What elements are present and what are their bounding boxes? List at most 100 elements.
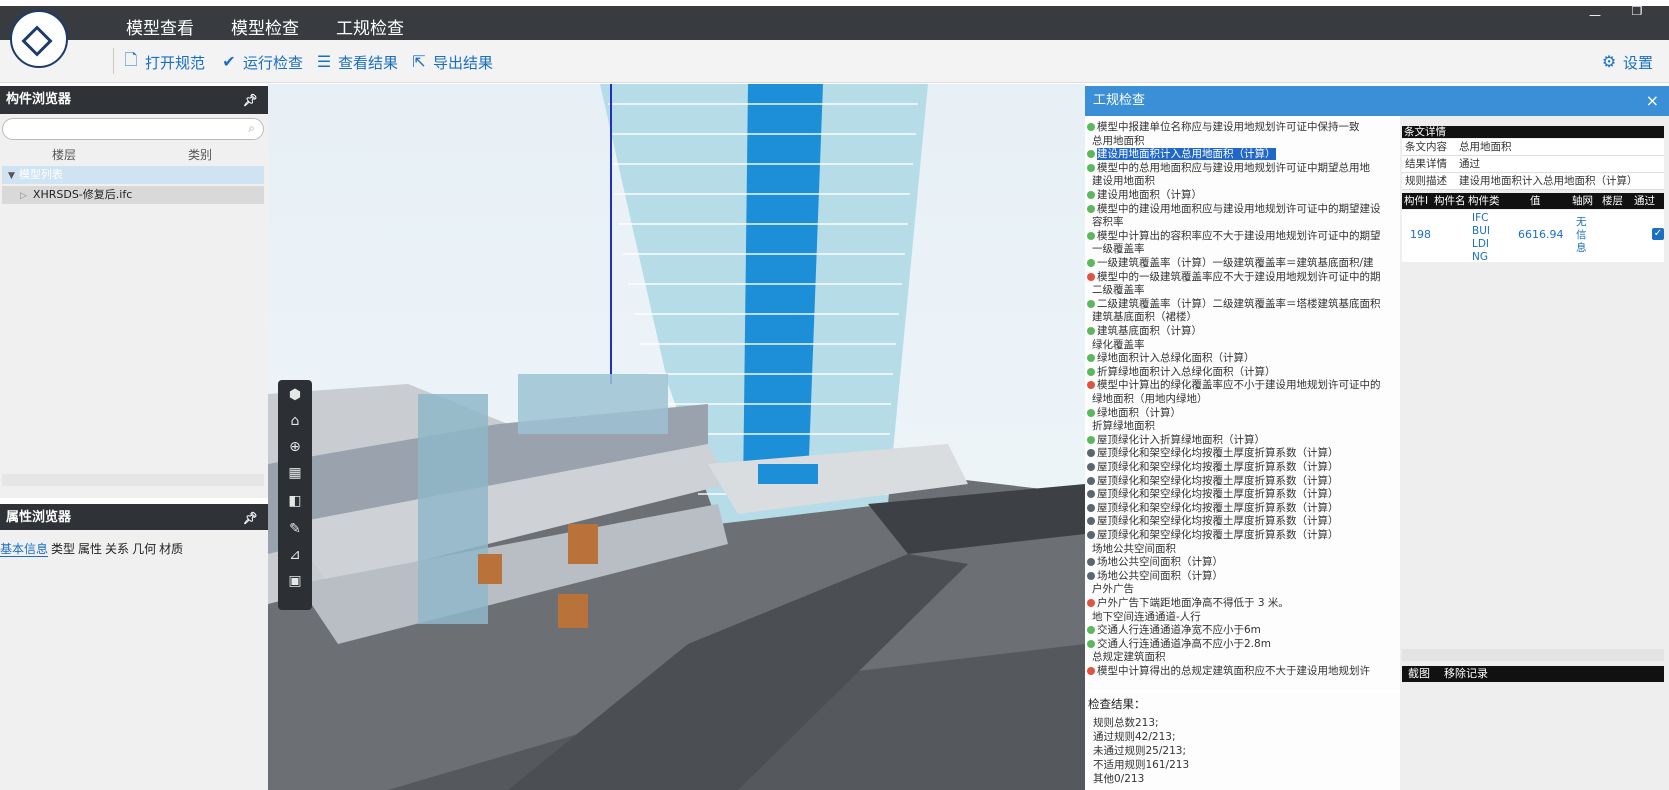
export-results-button[interactable]: ⇱ 导出结果 (410, 52, 493, 72)
rule-item[interactable]: 屋顶绿化和架空绿化均按覆土厚度折算系数（计算） (1087, 446, 1339, 460)
rule-group-heading[interactable]: 建筑基底面积（裙楼） (1092, 310, 1197, 324)
horizontal-scrollbar[interactable] (1402, 649, 1664, 661)
tab-regulation-check[interactable]: 工规检查 (336, 14, 404, 43)
clip-icon[interactable]: ⊿ (286, 546, 304, 564)
open-rules-button[interactable]: 🗋 打开规范 (122, 52, 205, 72)
collapse-triangle-icon[interactable]: ▼ (8, 171, 15, 181)
rule-item[interactable]: 模型中计算出的绿化覆盖率应不小于建设用地规划许可证中的 (1087, 378, 1381, 392)
tab-geometry[interactable]: 几何 (132, 542, 156, 556)
rule-item[interactable]: 模型中的总用地面积应与建设用地规划许可证中期望总用地 (1087, 161, 1370, 175)
rule-group-heading[interactable]: 折算绿地面积 (1092, 419, 1155, 433)
rule-item[interactable]: 交通人行连通通道净高不应小于2.8m (1087, 637, 1271, 651)
grid-icon[interactable]: ▦ (286, 464, 304, 482)
table-row[interactable]: 198 IFC BUI LDI NG 6616.94 无 信 息 ✓ (1402, 210, 1664, 263)
rule-item[interactable]: 屋顶绿化计入折算绿地面积（计算） (1087, 433, 1265, 447)
rule-item[interactable]: 屋顶绿化和架空绿化均按覆土厚度折算系数（计算） (1087, 460, 1339, 474)
rule-item[interactable]: 折算绿地面积计入总绿化面积（计算） (1087, 365, 1276, 379)
settings-button[interactable]: ⚙ 设置 (1600, 52, 1653, 72)
rule-label: 模型中的一级建筑覆盖率应不大于建设用地规划许可证中的期 (1097, 270, 1381, 283)
restore-button[interactable]: ❐ (1626, 4, 1648, 18)
rule-item[interactable]: 建设用地面积（计算） (1087, 188, 1202, 202)
component-browser-header: 构件浏览器 📌︎ (0, 86, 268, 114)
rule-item[interactable]: 一级建筑覆盖率（计算）一级建筑覆盖率＝建筑基底面积/建 (1087, 256, 1374, 270)
rule-item[interactable]: 绿地面积（计算） (1087, 406, 1181, 420)
component-search-input[interactable]: ⌕ (2, 118, 264, 140)
rule-group-heading[interactable]: 绿化覆盖率 (1092, 338, 1145, 352)
zoom-icon[interactable]: ⊕ (286, 438, 304, 456)
rule-group-heading[interactable]: 绿地面积（用地内绿地） (1092, 392, 1208, 406)
rule-item[interactable]: 场地公共空间面积（计算） (1087, 569, 1223, 583)
column-floor[interactable]: 楼层 (52, 146, 76, 163)
rule-item[interactable]: 屋顶绿化和架空绿化均按覆土厚度折算系数（计算） (1087, 474, 1339, 488)
tab-basic-info[interactable]: 基本信息 (0, 542, 49, 557)
rule-item[interactable]: 场地公共空间面积（计算） (1087, 555, 1223, 569)
pin-icon[interactable]: 📌︎ (243, 504, 258, 532)
rule-item[interactable]: 建筑基底面积（计算） (1087, 324, 1202, 338)
rule-group-heading[interactable]: 地下空间连通通道-人行 (1092, 610, 1201, 624)
col-value[interactable]: 值 (1530, 193, 1541, 209)
view-cube-icon[interactable]: ⬢ (286, 386, 304, 404)
tab-material[interactable]: 材质 (159, 542, 183, 556)
rule-label: 一级建筑覆盖率（计算）一级建筑覆盖率＝建筑基底面积/建 (1097, 257, 1374, 269)
remove-record-button[interactable]: 移除记录 (1444, 667, 1488, 680)
rule-item[interactable]: 屋顶绿化和架空绿化均按覆土厚度折算系数（计算） (1087, 514, 1339, 528)
rule-item[interactable]: 屋顶绿化和架空绿化均按覆土厚度折算系数（计算） (1087, 487, 1339, 501)
status-dot-icon (1087, 517, 1095, 526)
rule-group-heading[interactable]: 总用地面积 (1092, 134, 1145, 148)
section-icon[interactable]: ◧ (286, 492, 304, 510)
col-component-id[interactable]: 构件I (1404, 193, 1428, 209)
measure-icon[interactable]: ✎ (286, 520, 304, 538)
rule-item[interactable]: 模型中计算得出的总规定建筑面积应不大于建设用地规划许 (1087, 664, 1370, 678)
col-floor[interactable]: 楼层 (1602, 193, 1623, 209)
rule-group-heading[interactable]: 容积率 (1092, 215, 1124, 229)
tree-item-model-list[interactable]: ▼ 模型列表 (2, 166, 264, 184)
model-3d-viewport[interactable]: ⬢ ⌂ ⊕ ▦ ◧ ✎ ⊿ ▣ (268, 84, 1085, 790)
rule-item[interactable]: 交通人行连通通道净宽不应小于6m (1087, 623, 1261, 637)
rule-label: 屋顶绿化和架空绿化均按覆土厚度折算系数（计算） (1097, 488, 1339, 501)
rule-item[interactable]: 模型中的建设用地面积应与建设用地规划许可证中的期望建设 (1087, 202, 1381, 216)
rule-group-heading[interactable]: 户外广告 (1092, 582, 1134, 596)
rule-item[interactable]: 屋顶绿化和架空绿化均按覆土厚度折算系数（计算） (1087, 528, 1339, 542)
export-results-label: 导出结果 (433, 54, 494, 72)
tab-relations[interactable]: 关系 (105, 542, 129, 556)
col-component-type[interactable]: 构件类 (1468, 193, 1500, 209)
pass-checkbox[interactable]: ✓ (1652, 228, 1664, 240)
screenshot-button[interactable]: 截图 (1408, 667, 1430, 680)
layers-icon[interactable]: ▣ (286, 572, 304, 590)
view-results-button[interactable]: ☰ 查看结果 (315, 52, 398, 72)
rule-group-heading[interactable]: 场地公共空间面积 (1092, 542, 1176, 556)
col-component-name[interactable]: 构件名 (1434, 193, 1466, 209)
col-pass[interactable]: 通过 (1634, 193, 1655, 209)
expand-triangle-icon[interactable]: ▷ (20, 191, 27, 201)
rule-item[interactable]: 模型中报建单位名称应与建设用地规划许可证中保持一致 (1087, 120, 1360, 134)
rule-item[interactable]: 建设用地面积计入总用地面积（计算） (1087, 147, 1276, 161)
tab-model-check[interactable]: 模型检查 (231, 14, 299, 39)
pin-icon[interactable]: 📌︎ (243, 86, 258, 114)
summary-total: 规则总数213; (1093, 717, 1159, 729)
rule-group-heading[interactable]: 建设用地面积 (1092, 174, 1155, 188)
run-check-button[interactable]: ✔ 运行检查 (220, 52, 303, 72)
rule-label: 二级覆盖率 (1092, 284, 1145, 297)
tab-properties[interactable]: 属性 (78, 542, 102, 556)
rule-item[interactable]: 屋顶绿化和架空绿化均按覆土厚度折算系数（计算） (1087, 501, 1339, 515)
property-browser-title: 属性浏览器 (6, 510, 72, 525)
tree-item-ifc-file[interactable]: ▷ XHRSDS-修复后.ifc (2, 186, 264, 204)
col-axis[interactable]: 轴网 (1572, 193, 1593, 209)
rule-group-heading[interactable]: 一级覆盖率 (1092, 242, 1145, 256)
rule-item[interactable]: 户外广告下端距地面净高不得低于 3 米。 (1087, 596, 1289, 610)
tab-type[interactable]: 类型 (51, 542, 75, 556)
column-category[interactable]: 类别 (188, 146, 212, 163)
rule-item[interactable]: 模型中的一级建筑覆盖率应不大于建设用地规划许可证中的期 (1087, 270, 1381, 284)
horizontal-scrollbar[interactable] (2, 474, 264, 486)
toolbar-divider (113, 48, 114, 74)
rule-group-heading[interactable]: 总规定建筑面积 (1092, 650, 1166, 664)
rule-group-heading[interactable]: 二级覆盖率 (1092, 283, 1145, 297)
tab-model-view[interactable]: 模型查看 (126, 14, 194, 39)
rule-item[interactable]: 模型中计算出的容积率应不大于建设用地规划许可证中的期望 (1087, 229, 1381, 243)
check-icon: ✔ (222, 54, 236, 71)
rule-item[interactable]: 绿地面积计入总绿化面积（计算） (1087, 351, 1255, 365)
rule-item[interactable]: 二级建筑覆盖率（计算）二级建筑覆盖率＝塔楼建筑基底面积 (1087, 297, 1381, 311)
close-icon[interactable]: × (1646, 86, 1659, 116)
minimize-button[interactable]: — (1584, 8, 1606, 22)
home-view-icon[interactable]: ⌂ (286, 412, 304, 430)
